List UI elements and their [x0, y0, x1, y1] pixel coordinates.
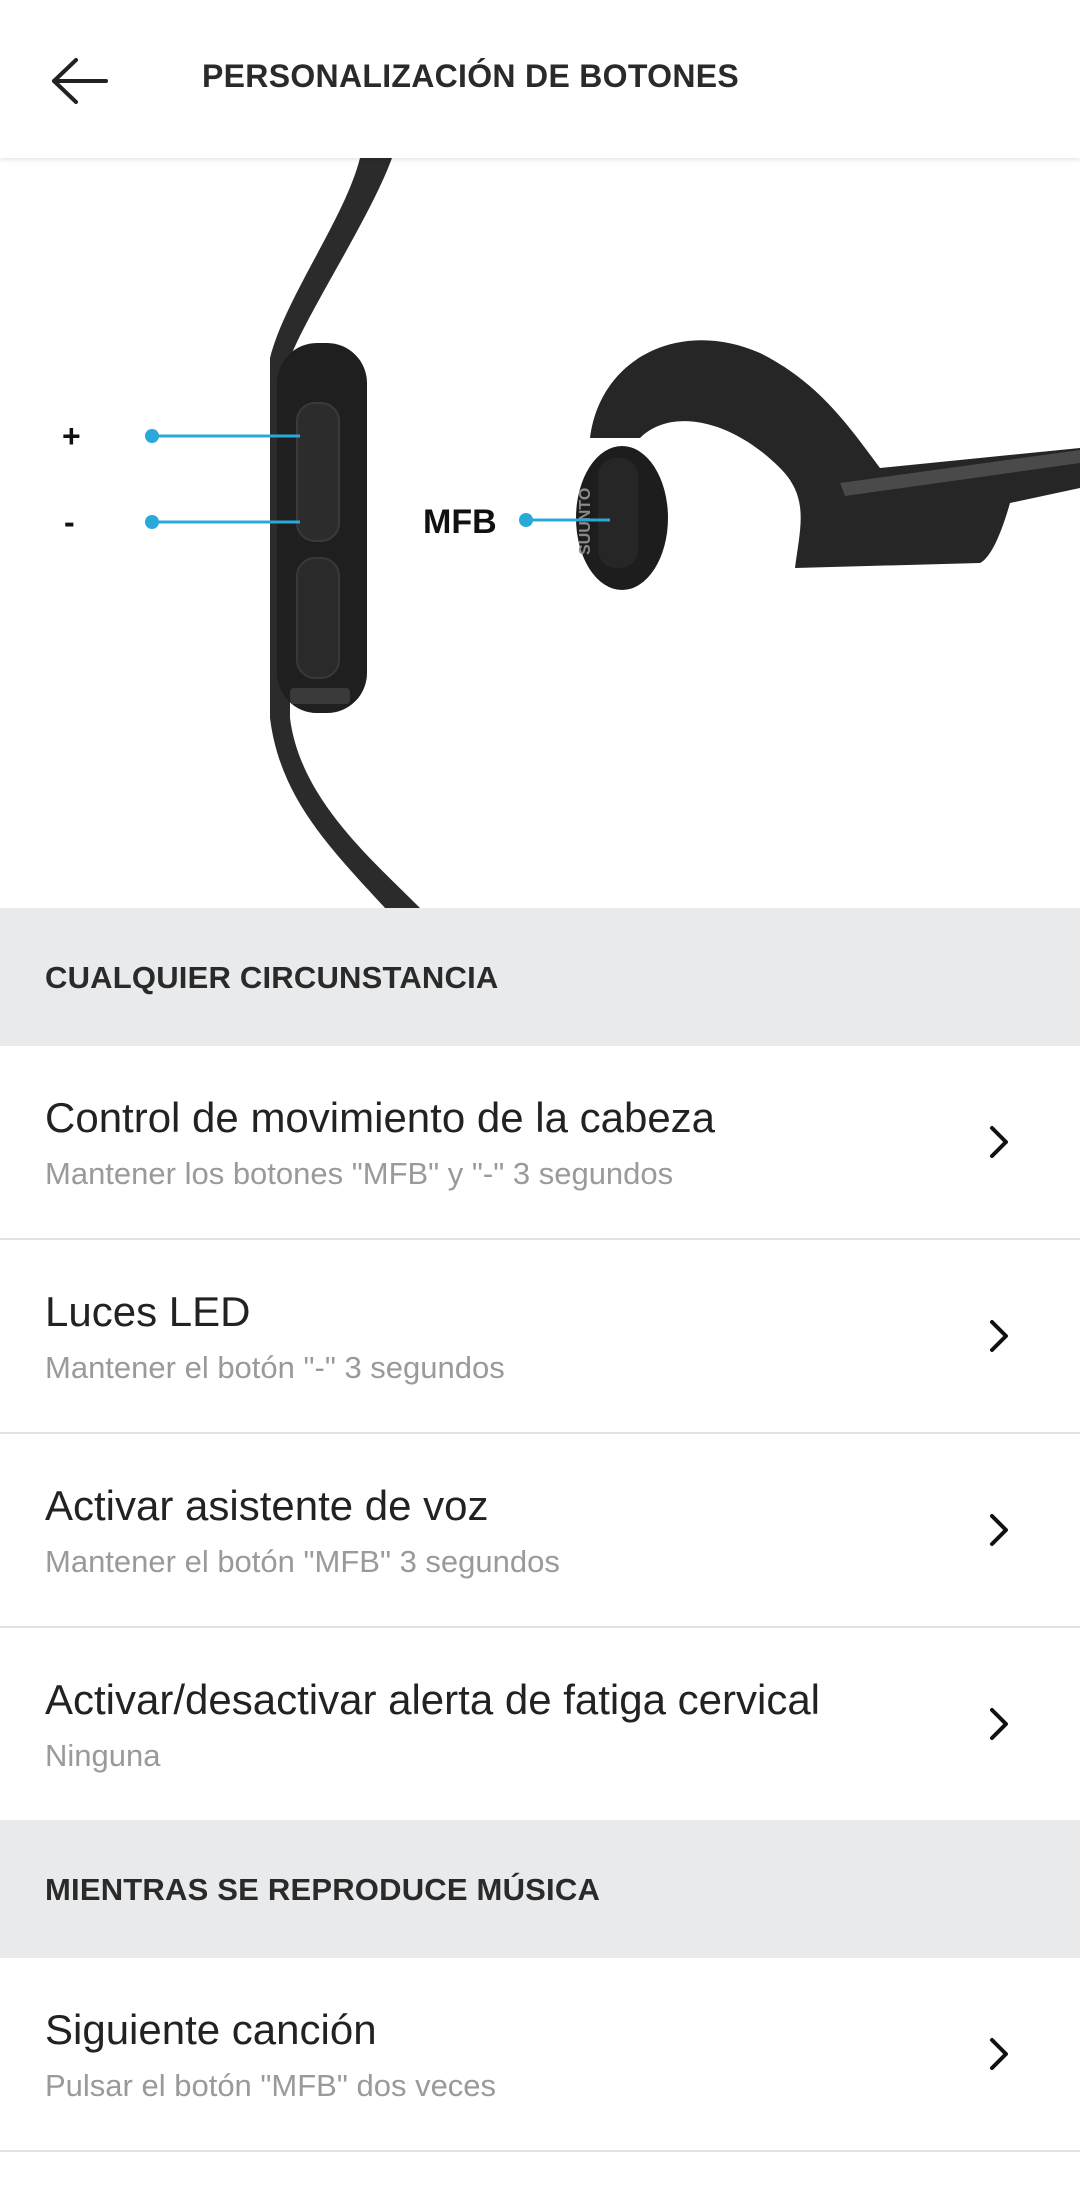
section-header-any-circumstance: CUALQUIER CIRCUNSTANCIA: [0, 908, 1080, 1046]
arrow-left-icon: [52, 58, 108, 104]
page-title: PERSONALIZACIÓN DE BOTONES: [202, 58, 740, 94]
section-header-label: CUALQUIER CIRCUNSTANCIA: [45, 960, 499, 995]
app-bar: PERSONALIZACIÓN DE BOTONES: [0, 0, 1080, 158]
list-item-neck-fatigue-alert[interactable]: Activar/desactivar alerta de fatiga cerv…: [0, 1628, 1080, 1820]
list-item-head-movement-control[interactable]: Control de movimiento de la cabeza Mante…: [0, 1046, 1080, 1240]
list-item-next-song[interactable]: Siguiente canción Pulsar el botón "MFB" …: [0, 1958, 1080, 2152]
list-item-title: Luces LED: [45, 1288, 251, 1335]
list-item-subtitle: Ninguna: [45, 1738, 161, 1773]
chevron-right-icon: [990, 1708, 1008, 1740]
section-header-label: MIENTRAS SE REPRODUCE MÚSICA: [45, 1872, 601, 1907]
list-item-title: Siguiente canción: [45, 2006, 377, 2053]
list-item-subtitle: Mantener el botón "-" 3 segundos: [45, 1350, 505, 1385]
section-header-while-playing-music: MIENTRAS SE REPRODUCE MÚSICA: [0, 1820, 1080, 1958]
list-item-title: Activar asistente de voz: [45, 1482, 489, 1529]
mfb-label: MFB: [423, 503, 497, 541]
list-item-title: Control de movimiento de la cabeza: [45, 1094, 716, 1141]
chevron-right-icon: [990, 1514, 1008, 1546]
list-item-voice-assistant[interactable]: Activar asistente de voz Mantener el bot…: [0, 1434, 1080, 1628]
chevron-right-icon: [990, 1126, 1008, 1158]
list-item-subtitle: Pulsar el botón "MFB" dos veces: [45, 2068, 497, 2103]
headphones-illustration: SUUNTO + - MFB: [0, 158, 1080, 908]
minus-label: -: [64, 504, 75, 540]
list-item-led-lights[interactable]: Luces LED Mantener el botón "-" 3 segund…: [0, 1240, 1080, 1434]
chevron-right-icon: [990, 2038, 1008, 2070]
list-item-title: Activar/desactivar alerta de fatiga cerv…: [45, 1676, 821, 1723]
chevron-right-icon: [990, 1320, 1008, 1352]
list-item-subtitle: Mantener los botones "MFB" y "-" 3 segun…: [45, 1156, 674, 1191]
headphones-image: SUUNTO + - MFB: [62, 158, 1080, 908]
plus-label: +: [62, 418, 81, 454]
list-item-subtitle: Mantener el botón "MFB" 3 segundos: [45, 1544, 560, 1579]
back-button[interactable]: [40, 46, 120, 116]
